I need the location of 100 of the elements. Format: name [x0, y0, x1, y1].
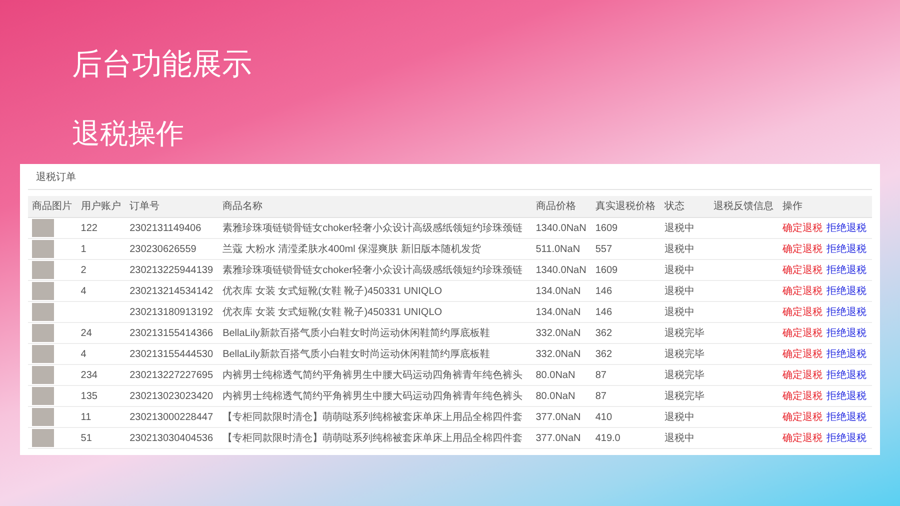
table-cell: 退税完毕	[660, 322, 710, 344]
confirm-link[interactable]: 确定退税	[782, 222, 822, 234]
reject-link[interactable]: 拒绝退税	[826, 370, 866, 380]
table-cell: 135	[76, 386, 126, 406]
table-cell: 511.0NaN	[532, 238, 592, 260]
reject-link[interactable]: 拒绝退税	[826, 264, 866, 276]
table-cell: 146	[591, 280, 660, 302]
table-cell: 230213214534142	[126, 280, 219, 302]
table-cell: 230213225944139	[126, 260, 219, 280]
table-cell: 377.0NaN	[532, 406, 592, 428]
table-cell: 87	[591, 386, 660, 406]
reject-link[interactable]: 拒绝退税	[826, 348, 866, 360]
confirm-link[interactable]: 确定退税	[782, 244, 822, 254]
photo-placeholder	[32, 240, 54, 258]
panel-legend: 退税订单	[36, 172, 76, 183]
table-cell: 【专柜同款限时清仓】萌萌哒系列纯棉被套床单床上用品全棉四件套	[218, 406, 532, 428]
table-cell: 51	[76, 428, 126, 448]
photo-placeholder	[32, 303, 54, 321]
reject-link[interactable]: 拒绝退税	[826, 390, 866, 402]
confirm-link[interactable]: 确定退税	[782, 264, 822, 276]
table-cell: 87	[591, 364, 660, 386]
confirm-link[interactable]: 确定退税	[782, 348, 822, 360]
table-cell: 素雅珍珠项链锁骨链女choker轻奢小众设计高级感纸领短约珍珠颈链	[218, 260, 532, 280]
reject-link[interactable]: 拒绝退税	[826, 244, 866, 254]
table-cell: 230213000228447	[126, 406, 219, 428]
table-cell: 230230626559	[126, 238, 219, 260]
table-cell: 优衣库 女装 女式短靴(女鞋 靴子)450331 UNIQLO	[218, 302, 532, 322]
confirm-link[interactable]: 确定退税	[782, 328, 822, 338]
table-cell: 11	[76, 406, 126, 428]
table-cell: 优衣库 女装 女式短靴(女鞋 靴子)450331 UNIQLO	[218, 280, 532, 302]
table-cell: 退税中	[660, 218, 710, 238]
reject-link[interactable]: 拒绝退税	[826, 432, 866, 444]
table-cell: 2	[76, 260, 126, 280]
reject-link[interactable]: 拒绝退税	[826, 328, 866, 338]
table-cell: 兰蔻 大粉水 清滢柔肤水400ml 保湿爽肤 新旧版本随机发货	[218, 238, 532, 260]
table-cell: 332.0NaN	[532, 344, 592, 364]
table-cell: 122	[76, 218, 126, 238]
table-cell: 377.0NaN	[532, 428, 592, 448]
table-cell: 134.0NaN	[532, 280, 592, 302]
table-cell: 内裤男士纯棉透气简约平角裤男生中腰大码运动四角裤青年纯色裤头	[218, 386, 532, 406]
column-header: 真实退税价格	[591, 196, 660, 218]
table-cell: 退税完毕	[660, 364, 710, 386]
page-title: 后台功能展示	[72, 50, 253, 80]
table-cell: 230213155414366	[126, 322, 219, 344]
photo-placeholder	[32, 429, 54, 447]
table-cell: 410	[591, 406, 660, 428]
confirm-link[interactable]: 确定退税	[782, 286, 822, 296]
photo-placeholder	[32, 261, 54, 279]
confirm-link[interactable]: 确定退税	[782, 370, 822, 380]
photo-placeholder	[32, 219, 54, 237]
confirm-link[interactable]: 确定退税	[782, 306, 822, 318]
confirm-link[interactable]: 确定退税	[782, 412, 822, 422]
table-cell: 2302131149406	[126, 218, 219, 238]
table-cell: BellaLily新款百搭气质小白鞋女时尚运动休闲鞋简约厚底板鞋	[218, 344, 532, 364]
table-cell: 134.0NaN	[532, 302, 592, 322]
table-cell: 332.0NaN	[532, 322, 592, 344]
confirm-link[interactable]: 确定退税	[782, 390, 822, 402]
table-cell: 退税完毕	[660, 344, 710, 364]
table-cell: 80.0NaN	[532, 386, 592, 406]
table-cell: 1609	[591, 260, 660, 280]
table-cell: 230213023023420	[126, 386, 219, 406]
table-cell: 419.0	[591, 428, 660, 448]
table-cell: 1	[76, 238, 126, 260]
table-cell: 4	[76, 280, 126, 302]
table-cell: 退税中	[660, 302, 710, 322]
reject-link[interactable]: 拒绝退税	[826, 412, 866, 422]
table-cell: 80.0NaN	[532, 364, 592, 386]
reject-link[interactable]: 拒绝退税	[826, 306, 866, 318]
confirm-link[interactable]: 确定退税	[782, 432, 822, 444]
column-header: 商品图片	[28, 196, 77, 218]
table-cell: 230213030404536	[126, 428, 219, 448]
column-header: 订单号	[126, 196, 219, 218]
table-cell: 【专柜同款限时清仓】萌萌哒系列纯棉被套床单床上用品全棉四件套	[218, 428, 532, 448]
table-cell: 1609	[591, 218, 660, 238]
column-header: 商品名称	[218, 196, 532, 218]
table-cell: 退税中	[660, 280, 710, 302]
section-title: 退税操作	[72, 120, 185, 148]
column-header: 状态	[660, 196, 710, 218]
table-cell: 362	[591, 344, 660, 364]
table-cell: 557	[591, 238, 660, 260]
table-cell: 230213155444530	[126, 344, 219, 364]
table-cell: 退税中	[660, 428, 710, 448]
table-cell: 退税完毕	[660, 386, 710, 406]
table-cell: 退税中	[660, 260, 710, 280]
table-cell: 退税中	[660, 406, 710, 428]
column-header: 用户账户	[76, 196, 126, 218]
photo-placeholder	[32, 387, 54, 405]
table-cell: 230213227227695	[126, 364, 219, 386]
reject-link[interactable]: 拒绝退税	[826, 222, 866, 234]
table-cell: 1340.0NaN	[532, 260, 592, 280]
photo-placeholder	[32, 282, 54, 300]
table-cell: 146	[591, 302, 660, 322]
photo-placeholder	[32, 366, 54, 384]
photo-placeholder	[32, 408, 54, 426]
table-cell: 362	[591, 322, 660, 344]
table-cell: BellaLily新款百搭气质小白鞋女时尚运动休闲鞋简约厚底板鞋	[218, 322, 532, 344]
reject-link[interactable]: 拒绝退税	[826, 286, 866, 296]
column-header: 退税反馈信息	[709, 196, 778, 218]
table-cell: 退税中	[660, 238, 710, 260]
photo-placeholder	[32, 345, 54, 363]
